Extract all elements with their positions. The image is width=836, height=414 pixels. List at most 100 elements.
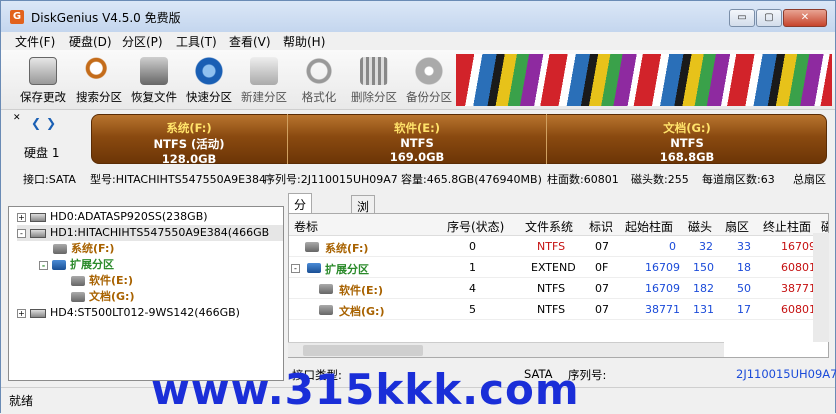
tab-partition-params[interactable]: 分区参数 xyxy=(288,193,313,263)
partition-icon xyxy=(53,244,67,254)
disk-cylinders: 柱面数:60801 xyxy=(547,173,619,186)
cell-label: 文档(G:) xyxy=(339,305,385,318)
hard-disk-icon xyxy=(30,228,46,238)
horizontal-scrollbar[interactable] xyxy=(288,342,724,357)
status-text: 就绪 xyxy=(9,394,34,408)
format-button[interactable]: 格式化 xyxy=(290,53,348,107)
menu-file[interactable]: 文件(F) xyxy=(15,33,55,50)
partition-block-software[interactable]: 软件(E:) NTFS 169.0GB xyxy=(288,114,546,164)
partition-name: 系统(F:) xyxy=(166,121,212,135)
toolbar-label: 备份分区 xyxy=(406,90,452,104)
tree-item-hd1[interactable]: - HD1:HITACHIHTS547550A9E384(466GB xyxy=(17,225,283,241)
cell-index: 5 xyxy=(469,303,476,316)
tree-item-hd0[interactable]: + HD0:ADATASP920SS(238GB) xyxy=(17,209,208,225)
toolbar-label: 新建分区 xyxy=(241,90,287,104)
cell-id: 0F xyxy=(595,261,609,274)
column-header-head[interactable]: 磁头 xyxy=(688,218,712,235)
tree-item-software[interactable]: 软件(E:) xyxy=(71,273,133,289)
cell-head: 150 xyxy=(693,261,714,274)
cell-sector: 18 xyxy=(737,261,751,274)
menu-help[interactable]: 帮助(H) xyxy=(283,33,325,50)
partition-icon xyxy=(71,292,85,302)
partition-icon xyxy=(305,240,323,253)
tree-item-documents[interactable]: 文档(G:) xyxy=(71,289,134,305)
table-row[interactable]: 文档(G:) 5 NTFS 07 38771 131 17 60801 xyxy=(289,299,828,320)
cell-filesystem: EXTEND xyxy=(531,261,576,274)
collapse-icon[interactable]: ✕ xyxy=(13,113,21,123)
scrollbar-thumb[interactable] xyxy=(303,345,423,356)
tree-item-hd4[interactable]: + HD4:ST500LT012-9WS142(466GB) xyxy=(17,305,240,321)
column-header-index[interactable]: 序号(状态) xyxy=(447,218,504,235)
toolbar-label: 恢复文件 xyxy=(131,90,177,104)
disk-tree-panel: + HD0:ADATASP920SS(238GB) - HD1:HITACHIHTS… xyxy=(8,206,284,381)
disk-serial: 序列号:2J110015UH09A7 xyxy=(264,173,398,186)
tree-item-extended[interactable]: - 扩展分区 xyxy=(39,257,114,273)
menu-tools[interactable]: 工具(T) xyxy=(176,33,217,50)
cell-start-cylinder: 16709 xyxy=(645,261,680,274)
restore-file-button[interactable]: 恢复文件 xyxy=(125,53,183,107)
column-header-start-cylinder[interactable]: 起始柱面 xyxy=(625,218,673,235)
cell-start-cylinder: 0 xyxy=(669,240,676,253)
backup-partition-button[interactable]: 备份分区 xyxy=(400,53,458,107)
toolbar-label: 删除分区 xyxy=(351,90,397,104)
tab-browse-files[interactable]: 浏览文件 xyxy=(351,195,376,265)
menu-partition[interactable]: 分区(P) xyxy=(122,33,163,50)
table-row[interactable]: 系统(F:) 0 NTFS 07 0 32 33 16709 xyxy=(289,236,828,257)
cell-end-cylinder: 38771 xyxy=(781,282,816,295)
cell-index: 1 xyxy=(469,261,476,274)
cell-label: 软件(E:) xyxy=(339,284,383,297)
new-partition-button[interactable]: 新建分区 xyxy=(235,53,293,107)
backup-partition-icon xyxy=(415,57,443,85)
collapse-icon[interactable]: - xyxy=(291,261,304,274)
search-partition-button[interactable]: 搜索分区 xyxy=(70,53,128,107)
toolbar-label: 快速分区 xyxy=(186,90,232,104)
column-header-sector[interactable]: 扇区 xyxy=(725,218,749,235)
vertical-scrollbar[interactable] xyxy=(813,233,829,342)
cell-index: 0 xyxy=(469,240,476,253)
cell-label: 扩展分区 xyxy=(325,263,369,276)
collapse-icon[interactable]: - xyxy=(17,228,26,238)
disk-info-line: 接口:SATA 型号:HITACHIHTS547550A9E384 序列号:2J… xyxy=(1,169,835,187)
close-button[interactable]: ✕ xyxy=(783,9,827,27)
tree-item-system[interactable]: 系统(F:) xyxy=(53,241,114,257)
tree-item-label: HD0:ADATASP920SS(238GB) xyxy=(50,210,208,223)
partition-fs: NTFS xyxy=(400,136,434,150)
next-disk-arrow-icon[interactable]: ❯ xyxy=(46,116,56,130)
advertisement-banner[interactable] xyxy=(456,54,832,106)
cell-end-cylinder: 60801 xyxy=(781,261,816,274)
disk-interface: 接口:SATA xyxy=(23,173,76,186)
menu-disk[interactable]: 硬盘(D) xyxy=(69,33,112,50)
minimize-button[interactable]: ▭ xyxy=(729,9,755,27)
column-header-end-cylinder[interactable]: 终止柱面 xyxy=(763,218,811,235)
cell-start-cylinder: 16709 xyxy=(645,282,680,295)
delete-partition-button[interactable]: 删除分区 xyxy=(345,53,403,107)
cell-end-cylinder: 16709 xyxy=(781,240,816,253)
column-header-id[interactable]: 标识 xyxy=(589,218,613,235)
partition-table: 卷标 序号(状态) 文件系统 标识 起始柱面 磁头 扇区 终止柱面 磁 系统(F… xyxy=(288,213,829,358)
restore-file-icon xyxy=(140,57,168,85)
cell-id: 07 xyxy=(595,282,609,295)
column-header-label[interactable]: 卷标 xyxy=(294,218,318,235)
cell-filesystem: NTFS xyxy=(537,282,566,295)
cell-filesystem: NTFS xyxy=(537,240,566,253)
collapse-icon[interactable]: - xyxy=(39,260,48,270)
quick-partition-button[interactable]: 快速分区 xyxy=(180,53,238,107)
diskgenius-app-icon[interactable]: G xyxy=(10,10,24,24)
cell-head: 32 xyxy=(699,240,713,253)
serial-value: 2J110015UH09A7 xyxy=(736,367,836,381)
cell-end-cylinder: 60801 xyxy=(781,303,816,316)
partition-block-system[interactable]: 系统(F:) NTFS (活动) 128.0GB xyxy=(91,114,287,166)
menu-view[interactable]: 查看(V) xyxy=(229,33,271,50)
table-row[interactable]: - 扩展分区 1 EXTEND 0F 16709 150 18 60801 xyxy=(289,257,828,278)
save-changes-button[interactable]: 保存更改 xyxy=(14,53,72,107)
previous-disk-arrow-icon[interactable]: ❮ xyxy=(31,116,41,130)
new-partition-icon xyxy=(250,57,278,85)
maximize-button[interactable]: ▢ xyxy=(756,9,782,27)
partition-size: 168.8GB xyxy=(659,150,715,164)
table-row[interactable]: 软件(E:) 4 NTFS 07 16709 182 50 38771 xyxy=(289,278,828,299)
column-header-filesystem[interactable]: 文件系统 xyxy=(525,218,573,235)
expand-icon[interactable]: + xyxy=(17,308,26,318)
expand-icon[interactable]: + xyxy=(17,212,26,222)
cell-id: 07 xyxy=(595,303,609,316)
partition-block-documents[interactable]: 文档(G:) NTFS 168.8GB xyxy=(547,114,827,164)
